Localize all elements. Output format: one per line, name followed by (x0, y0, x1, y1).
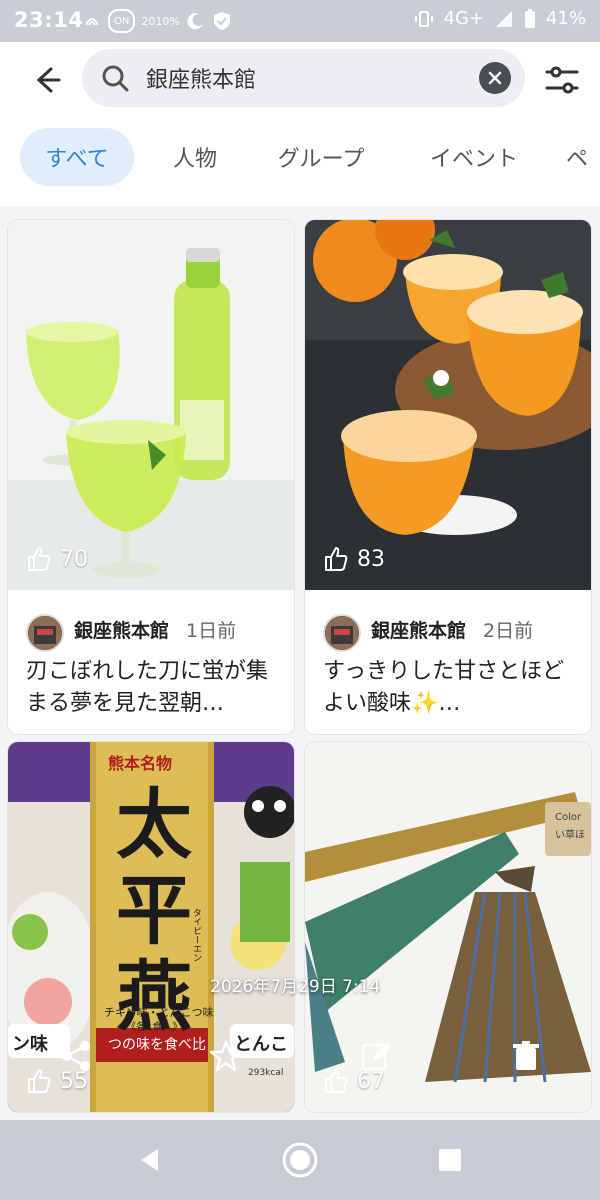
status-percent: 2010% (141, 14, 180, 28)
arrow-left-icon (36, 67, 61, 93)
avatar[interactable] (26, 614, 64, 652)
overlay-timestamp: 2026年7月29日 7:14 (210, 977, 381, 997)
post-time: 1日前 (186, 620, 237, 642)
status-pill: ON (108, 9, 136, 33)
status-bar: 23:14 ON 2010% 4G+ 41% (0, 0, 600, 42)
back-button[interactable] (26, 60, 66, 100)
clear-search-button[interactable] (479, 62, 511, 94)
post-meta: 銀座熊本館 2日前 すっきりした甘さとほどよい酸味✨… (305, 590, 591, 734)
status-right: 4G+ 41% (414, 8, 586, 29)
star-icon (209, 1040, 243, 1072)
tab-pages[interactable]: ペ (566, 128, 600, 186)
likes-count: 70 (26, 546, 88, 572)
nav-recents-button[interactable] (430, 1140, 470, 1180)
post-image-brooms[interactable]: Color い草ほ 67 (305, 742, 591, 1112)
delete-button[interactable] (506, 1036, 546, 1076)
search-input[interactable] (144, 64, 448, 92)
post-image-orange-jelly[interactable]: 83 (305, 220, 591, 590)
search-field[interactable] (82, 49, 525, 107)
triangle-back-icon (141, 1149, 158, 1171)
tab-people[interactable]: 人物 (150, 128, 240, 186)
post-card[interactable]: Color い草ほ 67 (305, 742, 591, 1112)
share-icon (62, 1041, 90, 1071)
post-card[interactable]: 83 銀座熊本館 2日前 すっきりした甘さとほどよい酸味✨… (305, 220, 591, 734)
post-time: 2日前 (483, 620, 534, 642)
tab-groups[interactable]: グループ (256, 128, 386, 186)
battery-icon (524, 8, 535, 28)
post-image-taipien[interactable]: 熊本名物 太平燕 タイピーエン チキン味・とんこつ味 《各1食入》 ン味 とんこ… (8, 742, 294, 1112)
filter-settings-button[interactable] (544, 62, 580, 98)
system-nav-bar (0, 1120, 600, 1200)
avatar[interactable] (323, 614, 361, 652)
shield-check-icon (213, 12, 230, 30)
favorite-button[interactable] (206, 1036, 246, 1076)
author-name[interactable]: 銀座熊本館 (74, 616, 169, 643)
status-left-icons: ON 2010% (82, 9, 232, 33)
package-calorie: 293kcal (248, 1068, 284, 1078)
post-excerpt[interactable]: すっきりした甘さとほどよい酸味✨… (323, 656, 585, 720)
square-recents-icon (439, 1149, 461, 1171)
share-button[interactable] (56, 1036, 96, 1076)
post-card[interactable]: 熊本名物 太平燕 タイピーエン チキン味・とんこつ味 《各1食入》 ン味 とんこ… (8, 742, 294, 1112)
nfc-icon (85, 18, 99, 26)
close-icon (488, 71, 502, 85)
post-image-green-soda[interactable]: 70 (8, 220, 294, 590)
trash-icon (513, 1041, 539, 1070)
package-count: 《各1食入》 (126, 1022, 183, 1033)
package-title: 熊本名物 (108, 754, 173, 773)
edit-icon (361, 1043, 391, 1071)
search-tabs: すべて 人物 グループ イベント ペ (0, 114, 600, 206)
post-excerpt[interactable]: 刃こぼれした刀に蛍が集まる夢を見た翌朝… (26, 656, 288, 720)
search-icon (102, 65, 129, 92)
tag-sub: い草ほ (555, 830, 585, 841)
nav-back-button[interactable] (130, 1140, 170, 1180)
signal-icon (495, 10, 512, 27)
likes-count: 83 (323, 546, 385, 572)
moon-icon (187, 13, 203, 30)
home-circle-icon (282, 1142, 318, 1178)
post-card[interactable]: 70 銀座熊本館 1日前 刃こぼれした刀に蛍が集まる夢を見た翌朝… (8, 220, 294, 734)
package-reading: タイピーエン (191, 908, 201, 962)
author-name[interactable]: 銀座熊本館 (371, 616, 466, 643)
status-time: 23:14 (14, 8, 84, 32)
package-bottom: つの味を食べ比 (108, 1037, 206, 1053)
tab-events[interactable]: イベント (404, 128, 544, 186)
nav-home-button[interactable] (280, 1140, 320, 1180)
thumbs-up-icon (325, 547, 348, 571)
network-type: 4G+ (443, 8, 484, 29)
thumbs-up-icon (28, 1069, 51, 1093)
package-name: 太平燕 (116, 780, 192, 1041)
post-meta: 銀座熊本館 1日前 刃こぼれした刀に蛍が集まる夢を見た翌朝… (8, 590, 294, 734)
battery-percent: 41% (545, 8, 586, 29)
edit-button[interactable] (356, 1036, 396, 1076)
vibrate-icon (414, 10, 433, 27)
package-side-left: ン味 (12, 1034, 48, 1055)
thumbs-up-icon (325, 1069, 348, 1093)
tab-all[interactable]: すべて (20, 128, 134, 186)
search-header (0, 42, 600, 115)
thumbs-up-icon (28, 547, 51, 571)
tag-text: Color (555, 812, 582, 823)
